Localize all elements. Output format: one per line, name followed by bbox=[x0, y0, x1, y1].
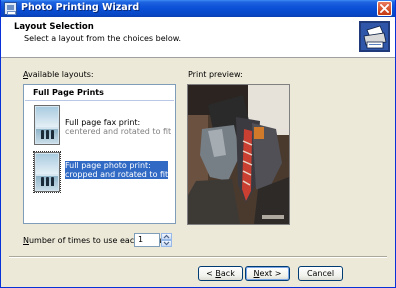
wizard-header: Layout Selection Select a layout from th… bbox=[1, 17, 395, 58]
print-preview-label: Print preview: bbox=[188, 70, 243, 79]
layout-item-photo-print[interactable]: Full page photo print: cropped and rotat… bbox=[65, 161, 169, 179]
copies-input[interactable]: 1 bbox=[134, 233, 160, 247]
close-button[interactable] bbox=[377, 1, 392, 16]
close-icon bbox=[380, 4, 389, 13]
page-title: Layout Selection bbox=[14, 22, 94, 32]
printer-photo-icon bbox=[359, 21, 390, 52]
next-button[interactable]: Next > bbox=[245, 266, 290, 281]
stepper-up-button[interactable] bbox=[161, 233, 172, 240]
available-layouts-label: Available layouts: bbox=[23, 70, 94, 79]
preview-photo bbox=[188, 85, 289, 224]
fax-print-thumbnail[interactable] bbox=[34, 105, 60, 145]
printer-wizard-icon bbox=[4, 2, 17, 15]
layout-group-header: Full Page Prints bbox=[25, 86, 174, 101]
print-preview-image bbox=[187, 84, 290, 225]
layout-item-fax-print[interactable]: Full page fax print: centered and rotate… bbox=[65, 118, 171, 136]
wizard-window: Photo Printing Wizard Layout Selection S… bbox=[0, 0, 396, 288]
chevron-down-icon bbox=[163, 241, 170, 246]
layout-list[interactable]: Full Page Prints Full page fax print: ce… bbox=[23, 84, 176, 224]
copies-stepper[interactable] bbox=[161, 233, 172, 247]
page-subtitle: Select a layout from the choices below. bbox=[24, 34, 182, 43]
window-title: Photo Printing Wizard bbox=[21, 2, 140, 13]
chevron-up-icon bbox=[163, 234, 170, 239]
title-bar[interactable]: Photo Printing Wizard bbox=[1, 0, 395, 17]
layout-group-title: Full Page Prints bbox=[33, 88, 104, 97]
cancel-button[interactable]: Cancel bbox=[298, 266, 343, 281]
footer-separator bbox=[9, 256, 387, 258]
back-button[interactable]: < Back bbox=[198, 266, 243, 281]
stepper-down-button[interactable] bbox=[161, 240, 172, 247]
photo-print-thumbnail[interactable] bbox=[33, 151, 61, 193]
